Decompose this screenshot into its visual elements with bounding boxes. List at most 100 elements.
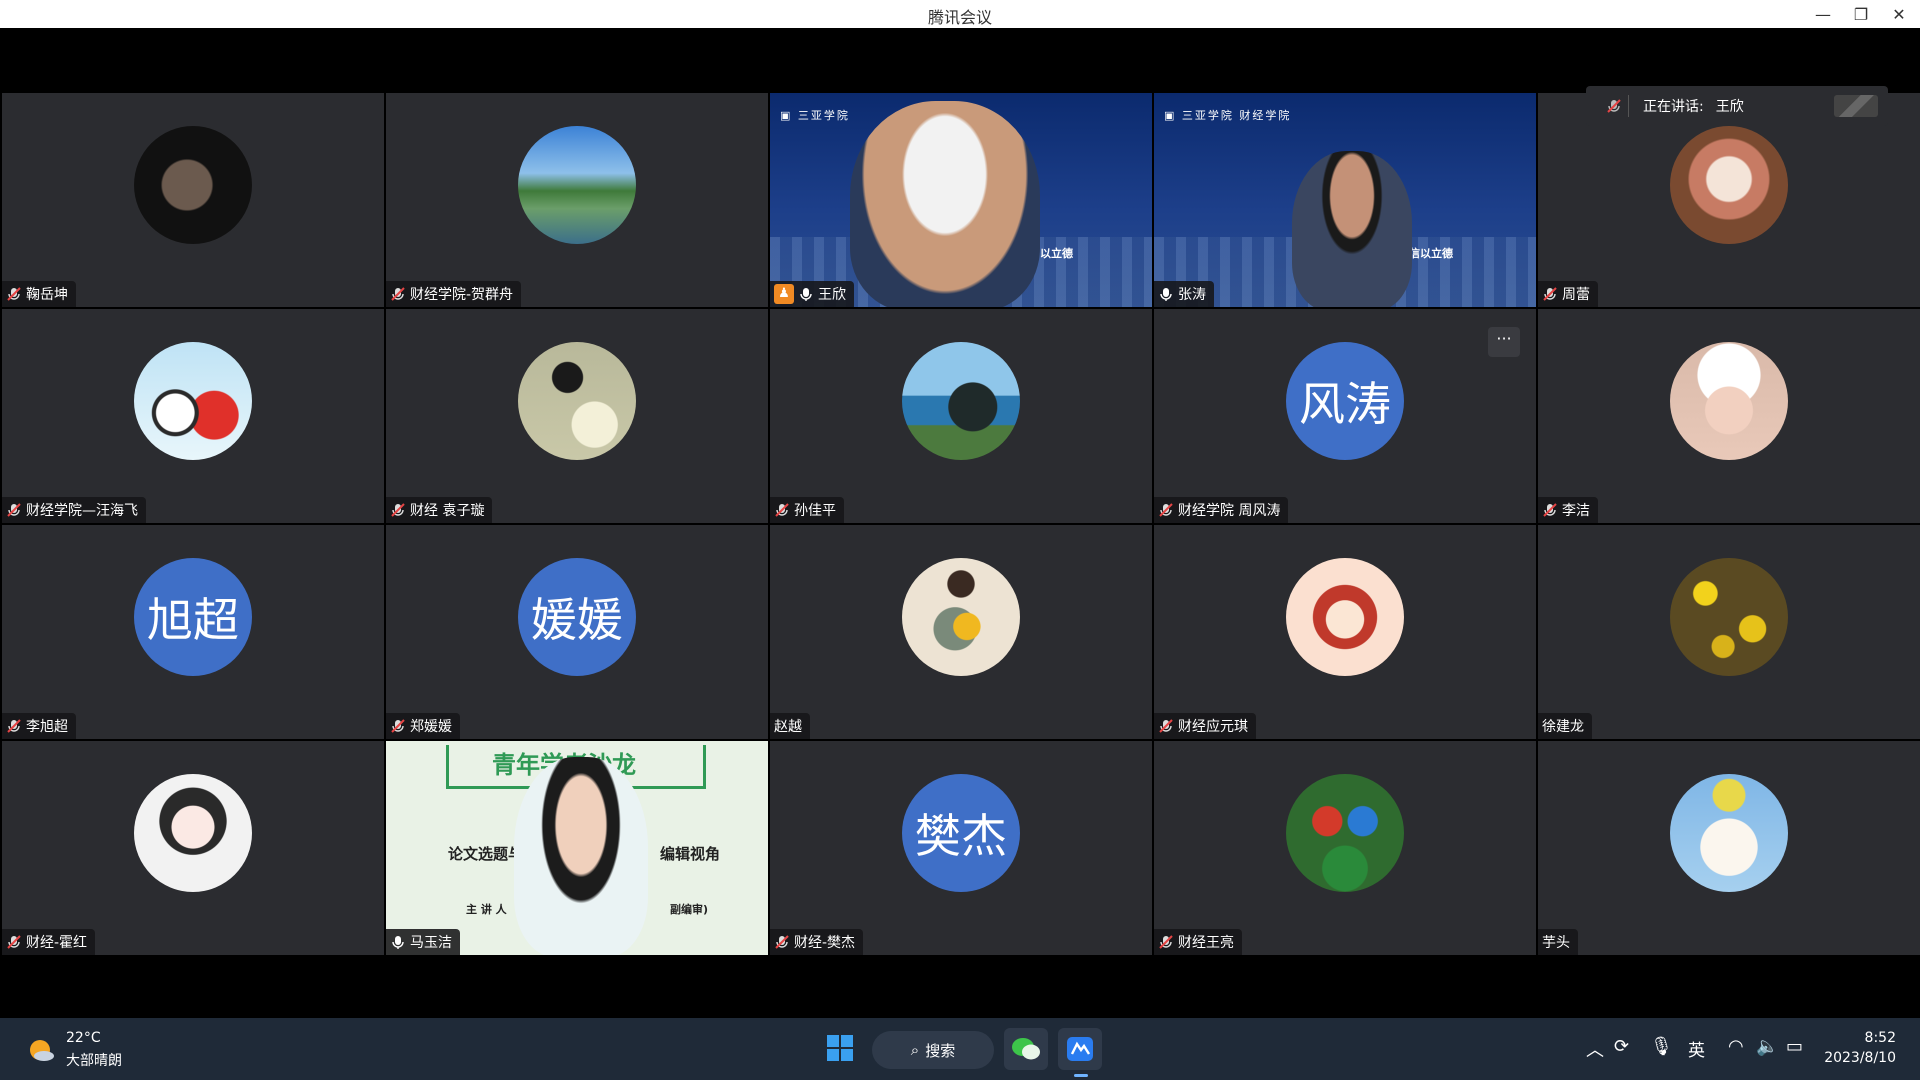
close-button[interactable]: ✕ xyxy=(1880,0,1918,28)
participant-name: 财经-樊杰 xyxy=(794,935,856,951)
restore-button[interactable]: ❐ xyxy=(1842,0,1880,28)
participant-name: 财经王亮 xyxy=(1178,935,1234,951)
ime-indicator[interactable]: 英 xyxy=(1688,1036,1705,1061)
weather-description[interactable]: 大部晴朗 xyxy=(66,1050,122,1070)
participant-tile[interactable]: 徐建龙 xyxy=(1538,525,1920,739)
battery-icon[interactable]: ▭ xyxy=(1786,1036,1803,1057)
participant-nametag: 财经 袁子璇 xyxy=(386,497,493,523)
participant-tile[interactable]: ▣ 三亚学院 财经学院 修身，信以立德 张涛 xyxy=(1154,93,1536,307)
participant-tile[interactable]: 孙佳平 xyxy=(770,309,1152,523)
chevron-up-icon[interactable]: ︿ xyxy=(1586,1036,1604,1062)
more-options-button[interactable]: ··· xyxy=(1488,327,1520,357)
avatar xyxy=(1670,126,1788,244)
host-icon: ♟ xyxy=(774,284,794,304)
participant-tile[interactable]: 财经 袁子璇 xyxy=(386,309,768,523)
avatar: 樊杰 xyxy=(902,774,1020,892)
avatar xyxy=(518,342,636,460)
participant-tile[interactable]: 李洁 xyxy=(1538,309,1920,523)
slide-presenter-title: 副编审) xyxy=(670,903,709,916)
title-bar: 腾讯会议 — ❐ ✕ xyxy=(0,0,1920,28)
participant-nametag: 马玉洁 xyxy=(386,929,460,955)
mic-on-icon xyxy=(798,286,814,302)
participant-tile[interactable]: 媛媛 郑媛媛 xyxy=(386,525,768,739)
clock-date[interactable]: 2023/8/10 xyxy=(1824,1050,1896,1066)
window-title: 腾讯会议 xyxy=(927,8,992,27)
participant-tile[interactable]: 财经应元琪 xyxy=(1154,525,1536,739)
participant-nametag: 孙佳平 xyxy=(770,497,844,523)
participant-name: 财经应元琪 xyxy=(1178,719,1248,735)
speaking-name: 王欣 xyxy=(1715,99,1744,115)
mic-muted-icon xyxy=(1542,286,1558,302)
avatar xyxy=(134,774,252,892)
weather-icon[interactable] xyxy=(26,1034,56,1064)
participant-tile[interactable]: 财经学院—汪海飞 xyxy=(2,309,384,523)
wifi-icon[interactable]: ◠ xyxy=(1728,1036,1744,1057)
speaking-label: 正在讲话: xyxy=(1643,99,1704,115)
tencent-meeting-app-icon[interactable] xyxy=(1058,1028,1102,1070)
avatar xyxy=(134,342,252,460)
participant-nametag: 财经应元琪 xyxy=(1154,713,1256,739)
participant-nametag: 李旭超 xyxy=(2,713,76,739)
participant-tile[interactable]: 财经学院-贺群舟 xyxy=(386,93,768,307)
mic-muted-icon xyxy=(390,502,406,518)
participant-tile[interactable]: 赵越 xyxy=(770,525,1152,739)
mic-muted-icon xyxy=(1158,502,1174,518)
mic-on-icon xyxy=(1158,286,1174,302)
participant-nametag: 财经学院-贺群舟 xyxy=(386,281,522,307)
participant-tile[interactable]: 芋头 xyxy=(1538,741,1920,955)
clock-time[interactable]: 8:52 xyxy=(1865,1030,1896,1046)
speaking-indicator: 正在讲话: 王欣 xyxy=(1586,86,1888,126)
participant-tile[interactable]: 樊杰 财经-樊杰 xyxy=(770,741,1152,955)
participant-nametag: 郑媛媛 xyxy=(386,713,460,739)
person-video xyxy=(850,101,1040,307)
person-video xyxy=(1292,151,1412,307)
participant-tile[interactable]: 青年学者沙龙 论文选题与 编辑视角 主 讲 人 副编审) 马玉洁 xyxy=(386,741,768,955)
participant-name: 马玉洁 xyxy=(410,935,452,951)
participant-tile[interactable]: 风涛 ··· 财经学院 周风涛 xyxy=(1154,309,1536,523)
volume-icon[interactable]: 🔈 xyxy=(1756,1036,1778,1057)
avatar xyxy=(902,558,1020,676)
participant-tile[interactable]: 旭超 李旭超 xyxy=(2,525,384,739)
participant-tile[interactable]: 财经-霍红 xyxy=(2,741,384,955)
divider xyxy=(1628,95,1629,117)
participant-name: 财经-霍红 xyxy=(26,935,88,951)
sync-icon[interactable]: ⟳ xyxy=(1614,1036,1629,1057)
avatar xyxy=(1670,774,1788,892)
participant-grid: 鞠岳坤 财经学院-贺群舟 ▣ 三亚学院 以立德 ♟ 王欣 ▣ 三亚学院 财经学院… xyxy=(2,93,1920,955)
participant-name: 周蕾 xyxy=(1562,287,1590,303)
slide-subtitle-end: 编辑视角 xyxy=(660,845,721,863)
participant-nametag: 李洁 xyxy=(1538,497,1598,523)
mic-muted-icon xyxy=(6,502,22,518)
mic-muted-icon xyxy=(1158,934,1174,950)
avatar xyxy=(902,342,1020,460)
video-feed: ▣ 三亚学院 以立德 xyxy=(770,93,1152,307)
weather-temperature[interactable]: 22°C xyxy=(66,1030,101,1046)
slide-presenter: 主 讲 人 xyxy=(466,903,507,916)
avatar xyxy=(1286,558,1404,676)
participant-name: 孙佳平 xyxy=(794,503,836,519)
avatar xyxy=(134,126,252,244)
video-feed: 青年学者沙龙 论文选题与 编辑视角 主 讲 人 副编审) xyxy=(386,741,768,955)
minimize-button[interactable]: — xyxy=(1804,0,1842,28)
participant-name: 李旭超 xyxy=(26,719,68,735)
avatar xyxy=(518,126,636,244)
person-video xyxy=(514,757,648,955)
participant-tile[interactable]: 财经王亮 xyxy=(1154,741,1536,955)
participant-tile-speaking[interactable]: ▣ 三亚学院 以立德 ♟ 王欣 xyxy=(770,93,1152,307)
participant-nametag: 芋头 xyxy=(1538,929,1578,955)
avatar xyxy=(1670,558,1788,676)
participant-name: 芋头 xyxy=(1542,935,1570,951)
windows-start-icon[interactable] xyxy=(824,1032,856,1064)
mic-muted-icon xyxy=(1606,98,1622,114)
participant-tile[interactable]: 鞠岳坤 xyxy=(2,93,384,307)
mic-muted-icon xyxy=(390,286,406,302)
slide-subtitle: 论文选题与 xyxy=(448,845,524,863)
participant-nametag: 徐建龙 xyxy=(1538,713,1592,739)
participant-name: 赵越 xyxy=(774,719,802,735)
participant-nametag: 财经学院 周风涛 xyxy=(1154,497,1289,523)
microphone-icon[interactable]: 🎙 xyxy=(1650,1036,1673,1057)
wechat-app-icon[interactable] xyxy=(1004,1028,1048,1070)
taskbar-search[interactable]: ⌕ 搜索 xyxy=(872,1031,994,1069)
participant-name: 徐建龙 xyxy=(1542,719,1584,735)
mic-on-icon xyxy=(390,934,406,950)
